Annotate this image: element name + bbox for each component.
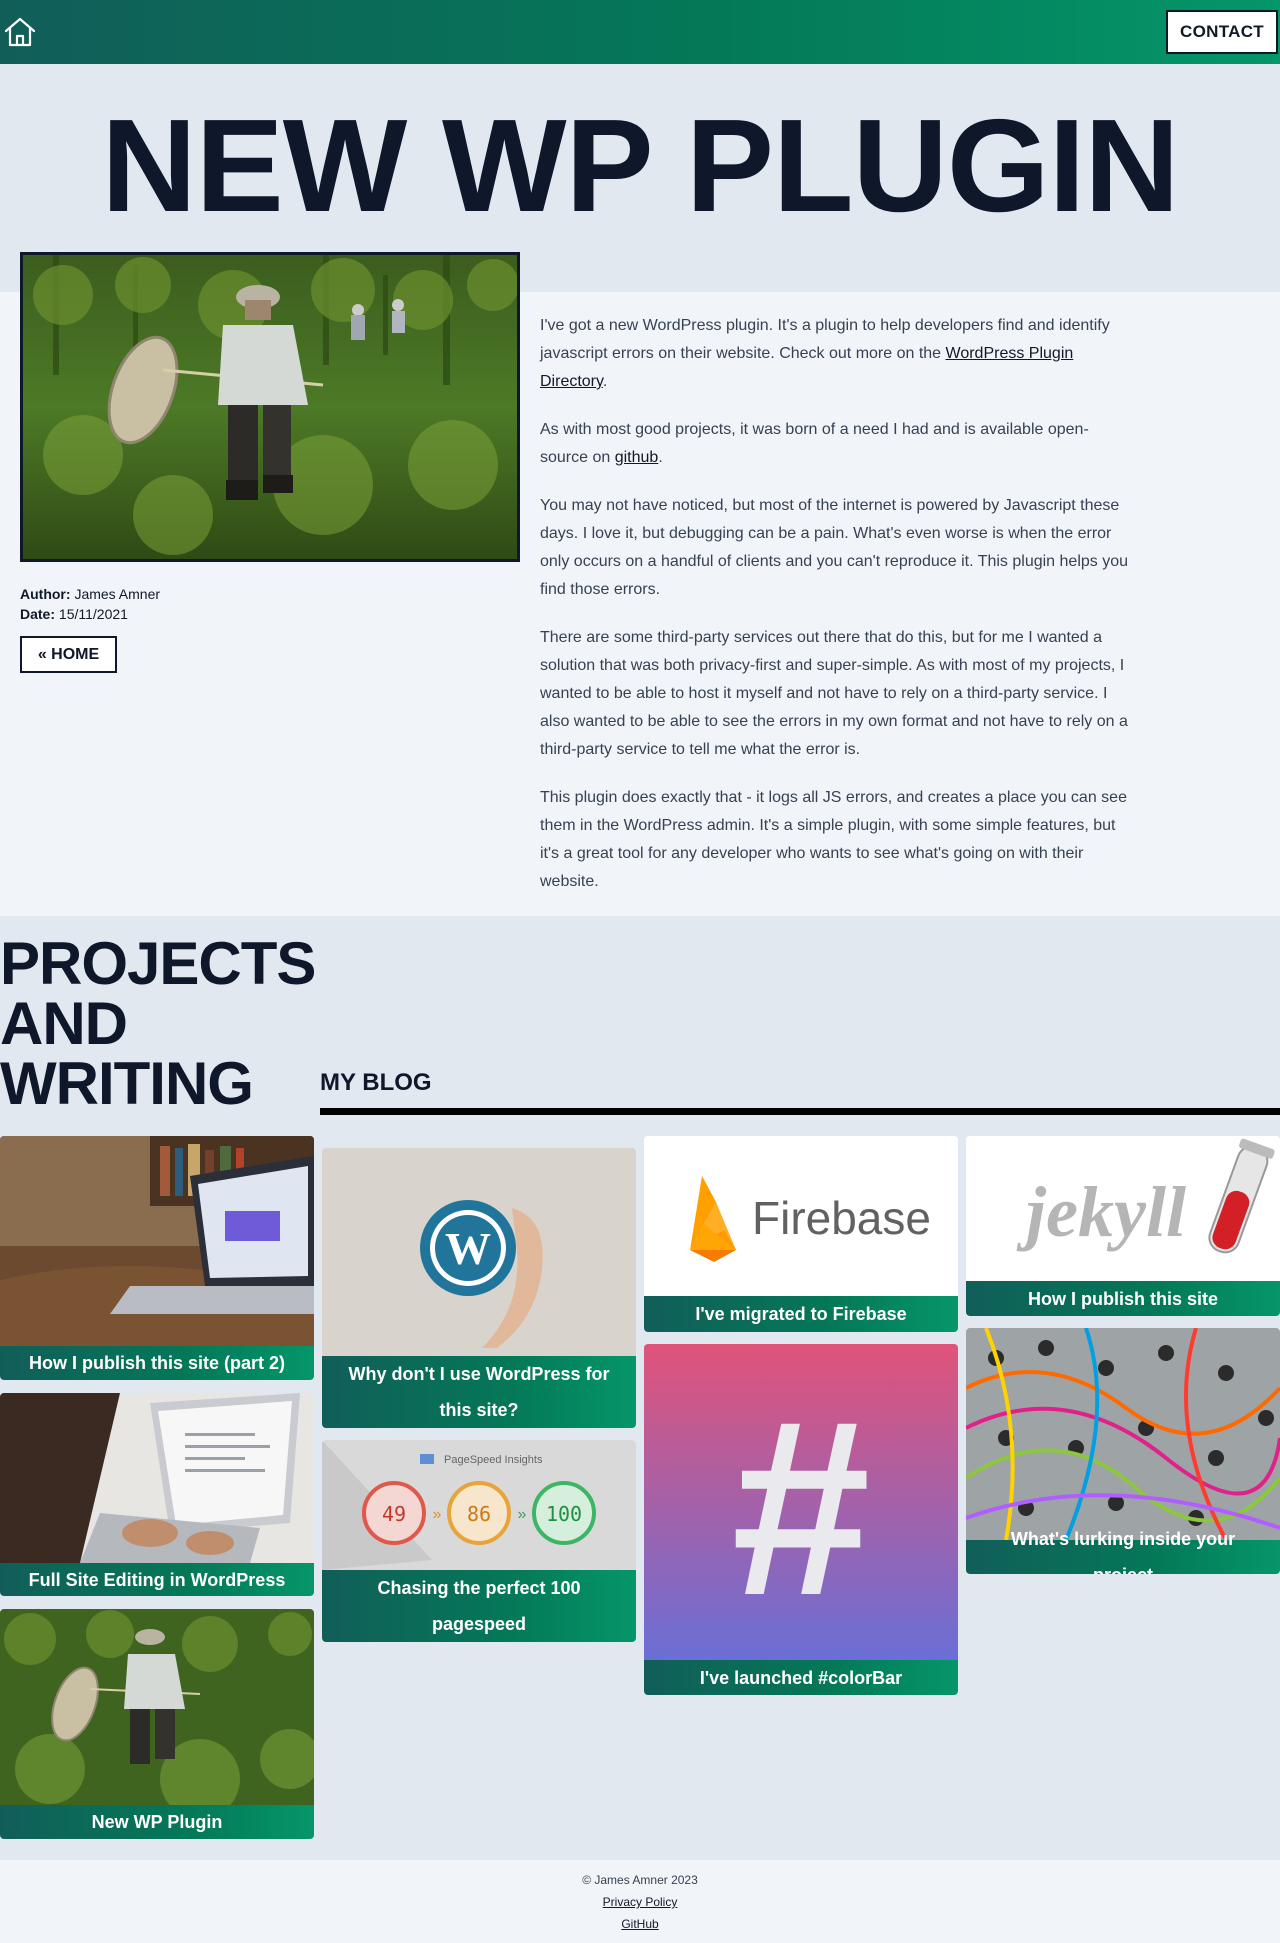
svg-text:49: 49	[382, 1502, 406, 1526]
blog-card-pagespeed[interactable]: PageSpeed Insights 49 » 86 » 100 Chasing…	[322, 1440, 636, 1642]
typing-laptop-photo	[0, 1393, 314, 1563]
featured-image	[20, 252, 520, 562]
card-caption: Chasing the perfect 100 pagespeed	[322, 1570, 636, 1642]
card-caption: Full Site Editing in WordPress	[0, 1563, 314, 1596]
svg-text:»: »	[433, 1506, 442, 1523]
back-home-button[interactable]: « HOME	[20, 636, 117, 673]
paragraph-2: As with most good projects, it was born …	[540, 421, 1089, 466]
card-caption: I've migrated to Firebase	[644, 1296, 958, 1332]
pagespeed-scores-image: PageSpeed Insights 49 » 86 » 100	[322, 1440, 636, 1570]
blog-card-new-wp-plugin[interactable]: New WP Plugin	[0, 1609, 314, 1839]
blog-divider	[320, 1108, 1280, 1115]
svg-text:»: »	[518, 1506, 527, 1523]
blog-heading: MY BLOG	[320, 1069, 432, 1096]
jekyll-wordmark: jekyll	[1016, 1172, 1186, 1252]
blog-card-firebase[interactable]: Firebase I've migrated to Firebase	[644, 1136, 958, 1332]
svg-text:W: W	[445, 1223, 491, 1274]
article-body: I've got a new WordPress plugin. It's a …	[540, 312, 1130, 916]
projects-heading: PROJECTS AND WRITING	[0, 930, 316, 1117]
hashtag-gradient-image: #	[644, 1344, 958, 1660]
contact-button[interactable]: CONTACT	[1166, 10, 1278, 54]
date-label: Date:	[20, 606, 56, 622]
author-label: Author:	[20, 586, 71, 602]
blog-card-publish[interactable]: jekyll How I publish this site	[966, 1136, 1280, 1316]
home-link[interactable]	[2, 14, 38, 50]
card-caption: New WP Plugin	[0, 1805, 314, 1839]
top-navigation-bar: CONTACT	[0, 0, 1280, 64]
svg-text:86: 86	[467, 1502, 491, 1526]
card-caption: I've launched #colorBar	[644, 1660, 958, 1695]
firebase-logo: Firebase	[644, 1136, 958, 1296]
pagespeed-header: PageSpeed Insights	[444, 1454, 543, 1466]
firebase-wordmark: Firebase	[752, 1192, 931, 1244]
paragraph-5: This plugin does exactly that - it logs …	[540, 789, 1127, 890]
privacy-policy-link[interactable]: Privacy Policy	[0, 1891, 1280, 1913]
paragraph-4: There are some third-party services out …	[540, 629, 1128, 758]
article-meta: Author: James Amner Date: 15/11/2021	[20, 584, 160, 624]
page-title: NEW WP PLUGIN	[101, 92, 1179, 239]
blog-card-colorbar[interactable]: # I've launched #colorBar	[644, 1344, 958, 1695]
card-caption: How I publish this site (part 2)	[0, 1346, 314, 1380]
card-caption: Why don't I use WordPress for this site?	[322, 1356, 636, 1428]
card-caption: How I publish this site	[966, 1281, 1280, 1316]
post-date: 15/11/2021	[58, 606, 128, 622]
blog-card-lurking[interactable]: What's lurking inside your project	[966, 1328, 1280, 1574]
blog-card-publish-part2[interactable]: How I publish this site (part 2)	[0, 1136, 314, 1380]
jekyll-logo: jekyll	[966, 1136, 1280, 1281]
github-link[interactable]: github	[615, 449, 659, 466]
blog-card-why-not-wordpress[interactable]: W Why don't I use WordPress for this sit…	[322, 1148, 636, 1428]
copyright-text: © James Amner 2023	[582, 1873, 698, 1887]
paragraph-1: I've got a new WordPress plugin. It's a …	[540, 317, 1110, 390]
footer: © James Amner 2023 Privacy Policy GitHub	[0, 1860, 1280, 1943]
paragraph-3: You may not have noticed, but most of th…	[540, 497, 1129, 598]
svg-text:100: 100	[546, 1502, 582, 1526]
butterfly-net-photo	[0, 1609, 314, 1805]
author-name: James Amner	[74, 586, 161, 602]
home-icon	[4, 17, 36, 47]
hash-symbol: #	[731, 1368, 870, 1647]
modular-synth-cables-photo	[966, 1328, 1280, 1540]
blog-card-full-site-editing[interactable]: Full Site Editing in WordPress	[0, 1393, 314, 1596]
card-caption: What's lurking inside your project	[966, 1529, 1280, 1574]
github-footer-link[interactable]: GitHub	[0, 1913, 1280, 1935]
wordpress-logo-photo: W	[322, 1148, 636, 1356]
laptop-photo	[0, 1136, 314, 1346]
